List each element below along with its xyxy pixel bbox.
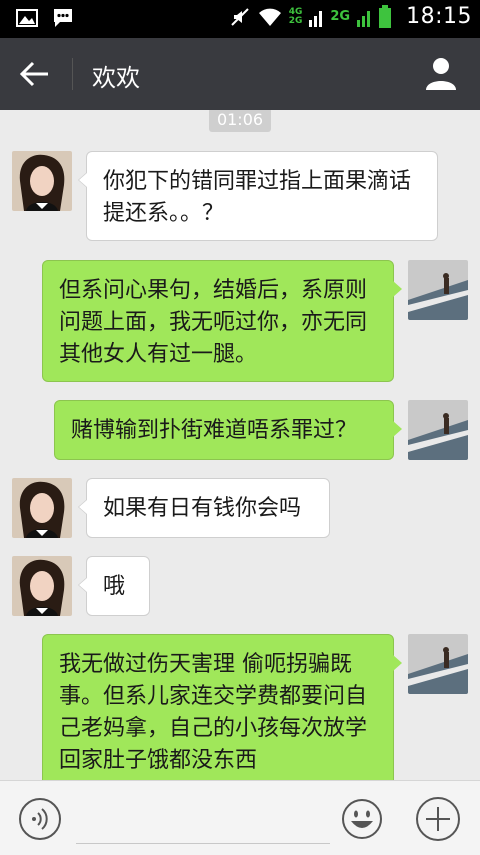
plus-icon[interactable] bbox=[414, 795, 462, 843]
message-bubble: 你犯下的错同罪过指上面果滴话提还系。。？ bbox=[78, 151, 438, 241]
message-bubble: 我无做过伤天害理 偷呃拐骗既事。但系儿家连交学费都要问自己老妈拿，自己的小孩每次… bbox=[42, 634, 402, 780]
title-bar: 欢欢 bbox=[0, 38, 480, 110]
smiley-icon[interactable] bbox=[340, 797, 384, 841]
message-bubble: 赌博输到扑街难道唔系罪过？ bbox=[54, 400, 402, 460]
signal-icon-2 bbox=[357, 10, 371, 27]
message-bubble: 如果有日有钱你会吗 bbox=[78, 478, 330, 538]
chat-title: 欢欢 bbox=[92, 64, 140, 92]
wifi-icon bbox=[258, 8, 281, 26]
contact-avatar[interactable] bbox=[12, 556, 72, 616]
my-avatar[interactable] bbox=[408, 634, 468, 694]
contact-avatar[interactable] bbox=[12, 151, 72, 211]
contact-avatar[interactable] bbox=[12, 478, 72, 538]
status-bar: 4G 2G 2G 18:15 bbox=[0, 0, 480, 38]
title-divider bbox=[72, 58, 73, 90]
message-bubble: 哦 bbox=[78, 556, 150, 616]
network-type-main: 2G bbox=[330, 9, 351, 24]
chat-area[interactable]: 01:06 你犯下的错同罪过指上面果滴话提还系。。？ 但系问心果句，结婚后，系原… bbox=[0, 110, 480, 780]
message-bubble: 但系问心果句，结婚后，系原则问题上面，我无呃过你，亦无同其他女人有过一腿。 bbox=[42, 260, 402, 382]
voice-icon[interactable] bbox=[18, 797, 62, 841]
signal-icon bbox=[309, 10, 323, 27]
arrow-left-icon[interactable] bbox=[16, 56, 56, 92]
mute-icon bbox=[231, 7, 249, 26]
message-input[interactable] bbox=[76, 795, 330, 844]
gallery-icon bbox=[16, 9, 38, 27]
input-bar bbox=[0, 780, 480, 855]
chat-notification-icon bbox=[54, 9, 72, 27]
timestamp-chip: 01:06 bbox=[209, 110, 271, 132]
clock: 18:15 bbox=[406, 4, 472, 29]
my-avatar[interactable] bbox=[408, 260, 468, 320]
person-icon[interactable] bbox=[424, 56, 458, 92]
my-avatar[interactable] bbox=[408, 400, 468, 460]
battery-icon bbox=[379, 4, 392, 28]
network-type-bottom: 2G bbox=[288, 15, 303, 26]
